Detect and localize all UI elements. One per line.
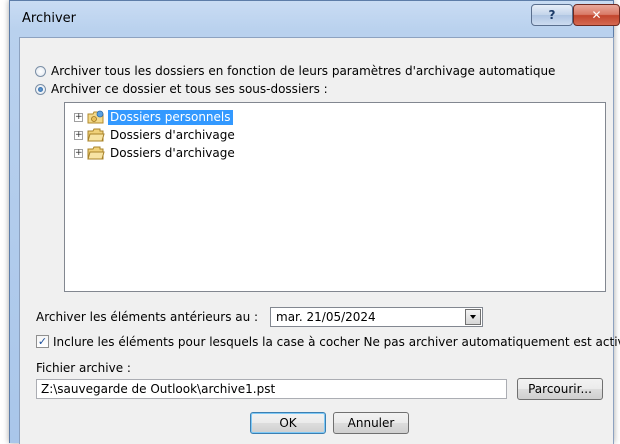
radio-archive-all-label: Archiver tous les dossiers en fonction d… xyxy=(51,64,556,78)
folder-tree[interactable]: + Dossiers personnels + Dossiers d'archi… xyxy=(64,102,606,292)
close-button[interactable]: ✕ xyxy=(573,4,620,26)
browse-button[interactable]: Parcourir... xyxy=(517,378,603,400)
archive-folder-icon xyxy=(87,146,105,160)
radio-archive-folder-label: Archiver ce dossier et tous ses sous-dos… xyxy=(51,82,328,96)
radio-archive-all-button[interactable] xyxy=(35,65,46,77)
include-label: Inclure les éléments pour lesquels la ca… xyxy=(53,335,620,349)
radio-archive-all[interactable]: Archiver tous les dossiers en fonction d… xyxy=(35,63,555,79)
radio-archive-folder-button[interactable] xyxy=(35,83,46,95)
tree-item-personal-folders[interactable]: + Dossiers personnels xyxy=(74,108,233,126)
dialog-body: Archiver tous les dossiers en fonction d… xyxy=(19,37,620,444)
include-checkbox[interactable]: ✓ xyxy=(36,335,49,348)
archive-file-input[interactable]: Z:\sauvegarde de Outlook\archive1.pst xyxy=(36,379,507,399)
help-icon: ? xyxy=(548,8,556,22)
close-icon: ✕ xyxy=(591,8,602,22)
date-value: mar. 21/05/2024 xyxy=(276,310,376,324)
title-bar[interactable]: Archiver ? ✕ xyxy=(10,1,620,37)
dialog-title: Archiver xyxy=(22,11,76,26)
tree-item-label: Dossiers d'archivage xyxy=(110,145,235,160)
help-button[interactable]: ? xyxy=(531,4,573,26)
date-label: Archiver les éléments antérieurs au : xyxy=(36,310,259,324)
tree-item-label: Dossiers personnels xyxy=(108,109,233,125)
expand-icon[interactable]: + xyxy=(74,130,83,140)
tree-item-archive-folders-1[interactable]: + Dossiers d'archivage xyxy=(74,126,237,144)
archive-file-value: Z:\sauvegarde de Outlook\archive1.pst xyxy=(41,382,276,396)
archive-file-label: Fichier archive : xyxy=(36,361,131,375)
date-picker[interactable]: mar. 21/05/2024 xyxy=(270,307,483,327)
ok-button[interactable]: OK xyxy=(250,412,326,434)
archive-folder-icon xyxy=(87,128,105,142)
expand-icon[interactable]: + xyxy=(74,148,83,158)
chevron-down-icon[interactable] xyxy=(465,309,481,325)
personal-folders-icon xyxy=(87,110,104,124)
archive-dialog: Archiver ? ✕ Archiver tous les dossiers … xyxy=(9,0,620,444)
radio-archive-folder[interactable]: Archiver ce dossier et tous ses sous-dos… xyxy=(35,81,328,97)
tree-item-label: Dossiers d'archivage xyxy=(110,127,235,142)
expand-icon[interactable]: + xyxy=(74,112,83,122)
tree-item-archive-folders-2[interactable]: + Dossiers d'archivage xyxy=(74,144,237,162)
cancel-button[interactable]: Annuler xyxy=(333,412,409,434)
